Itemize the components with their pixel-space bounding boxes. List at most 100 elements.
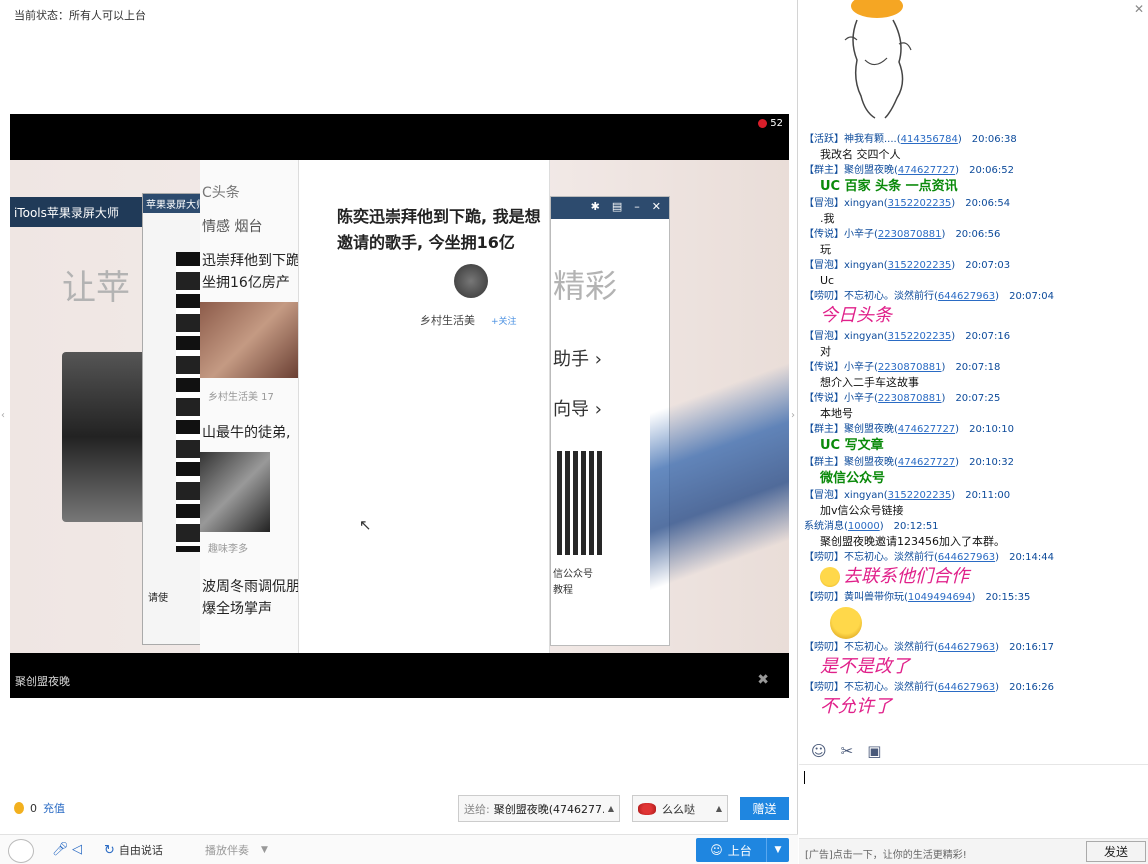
member-rank-tag: 【冒泡】 — [804, 198, 844, 209]
sender-qq-link[interactable]: 3152202235 — [888, 260, 952, 271]
chat-input[interactable] — [799, 764, 1148, 834]
message-time: 20:06:54 — [965, 198, 1011, 209]
go-on-stage-button[interactable]: ☺ 上台 ▼ — [696, 838, 789, 862]
chat-message-list[interactable]: 【活跃】神我有颗....(414356784) 20:06:38 我改名 交四个人【… — [804, 132, 1144, 720]
sender-name[interactable]: 系统消息 — [804, 521, 844, 532]
sender-name[interactable]: 神我有颗.... — [844, 134, 897, 145]
collapse-left-icon[interactable]: ‹ — [1, 410, 5, 421]
news-line: 山最牛的徒弟, — [202, 425, 291, 441]
collapse-right-icon[interactable]: › — [791, 410, 795, 421]
sender-qq-link[interactable]: 474627727 — [898, 165, 955, 176]
chat-message-header: 【传说】小辛子(2230870881) 20:07:25 — [804, 391, 1144, 406]
recharge-link[interactable]: 充值 — [43, 800, 65, 816]
monitor-image — [62, 352, 152, 522]
sender-qq-link[interactable]: 474627727 — [898, 424, 955, 435]
chat-message: 【活跃】神我有颗....(414356784) 20:06:38 我改名 交四个人 — [804, 132, 1144, 162]
sender-qq-link[interactable]: 2230870881 — [878, 229, 942, 240]
video-player[interactable]: 52 iTools苹果录屏大师 让苹 苹果录屏大师 请使 C头条 情感 烟台 迅… — [10, 114, 789, 698]
sender-qq-link[interactable]: 474627727 — [898, 457, 955, 468]
chat-message-header: 【唠叨】不忘初心。淡然前行(644627963) 20:16:17 — [804, 640, 1144, 655]
author-avatar — [454, 264, 488, 298]
message-time: 20:06:56 — [955, 229, 1001, 240]
chat-message-body: 对 — [804, 344, 1144, 359]
sender-qq-link[interactable]: 3152202235 — [888, 490, 952, 501]
mic-button[interactable]: 🎤︎ — [52, 842, 69, 857]
message-time: 20:10:10 — [969, 424, 1014, 435]
chat-message-body: .我 — [804, 211, 1144, 226]
send-button[interactable]: 发送 — [1086, 841, 1146, 862]
sender-qq-link[interactable]: 3152202235 — [888, 198, 952, 209]
gift-name: 么么哒 — [662, 802, 695, 816]
dialog-menu-item: 向导 › — [553, 399, 602, 420]
sender-qq-link[interactable]: 1049494694 — [908, 592, 972, 603]
rose-count-value: 52 — [770, 118, 783, 129]
news-image — [200, 302, 298, 378]
member-rank-tag: 【群主】 — [804, 165, 844, 176]
message-text: .我 — [820, 212, 835, 225]
sender-qq-link[interactable]: 3152202235 — [888, 331, 952, 342]
sender-qq-link[interactable]: 10000 — [848, 521, 880, 532]
coin-icon — [14, 802, 24, 814]
sender-name[interactable]: 不忘初心。淡然前行 — [844, 642, 934, 653]
sender-name[interactable]: xingyan — [844, 198, 884, 209]
chat-message-body: 本地号 — [804, 406, 1144, 421]
ad-bar: [广告]点击一下，让你的生活更精彩! 发送 — [799, 838, 1148, 864]
logo-icon[interactable] — [8, 839, 34, 863]
close-icon: ✕ — [651, 200, 661, 213]
grin-emoji-icon — [820, 567, 840, 587]
message-text: 加v信公众号链接 — [820, 504, 904, 517]
sender-name[interactable]: 聚创盟夜晚 — [844, 165, 894, 176]
gift-select[interactable]: 么么哒 ▲ — [632, 795, 728, 822]
sender-name[interactable]: 不忘初心。淡然前行 — [844, 552, 934, 563]
chevron-down-icon[interactable]: ▼ — [767, 845, 789, 855]
sender-qq-link[interactable]: 644627963 — [938, 552, 995, 563]
sender-name[interactable]: 小辛子 — [844, 229, 874, 240]
ad-link[interactable]: [广告]点击一下，让你的生活更精彩! — [805, 846, 967, 861]
sender-name[interactable]: xingyan — [844, 490, 884, 501]
sender-name[interactable]: 黄叫兽带你玩 — [844, 592, 904, 603]
sender-qq-link[interactable]: 644627963 — [938, 682, 995, 693]
speaker-button[interactable]: ◁ — [72, 842, 82, 857]
sender-name[interactable]: 不忘初心。淡然前行 — [844, 291, 934, 302]
emoji-icon[interactable]: ☺ — [811, 742, 827, 760]
sender-name[interactable]: 聚创盟夜晚 — [844, 424, 894, 435]
cartoon-sticker-image — [844, 0, 912, 119]
qq-bracket: ) — [951, 331, 956, 342]
scissors-icon[interactable]: ✂ — [841, 742, 854, 760]
sender-name[interactable]: 不忘初心。淡然前行 — [844, 682, 934, 693]
gift-recipient-select[interactable]: 送给: 聚创盟夜晚(4746277... ▲ — [458, 795, 620, 822]
sender-qq-link[interactable]: 414356784 — [901, 134, 958, 145]
member-rank-tag: 【群主】 — [804, 457, 844, 468]
message-time: 20:16:26 — [1009, 682, 1054, 693]
image-icon[interactable]: ▣ — [867, 742, 881, 760]
chat-message-header: 【冒泡】xingyan(3152202235) 20:07:03 — [804, 258, 1144, 273]
chat-message-body: 聚创盟夜晚邀请123456加入了本群。 — [804, 534, 1144, 549]
stage-label: 上台 — [727, 843, 752, 858]
close-icon[interactable]: ✕ — [1134, 2, 1144, 16]
sender-name[interactable]: 小辛子 — [844, 393, 874, 404]
chat-message: 【冒泡】xingyan(3152202235) 20:11:00 加v信公众号链接 — [804, 488, 1144, 518]
message-text: 对 — [820, 345, 831, 358]
chat-message: 【唠叨】不忘初心。淡然前行(644627963) 20:14:44 去联系他们合作 — [804, 550, 1144, 589]
news-line: 迅崇拜他到下跪 — [202, 253, 300, 269]
chat-message-body: Uc — [804, 273, 1144, 288]
news-meta: 趣味李多 — [208, 544, 248, 555]
chat-message-header: 【冒泡】xingyan(3152202235) 20:07:16 — [804, 329, 1144, 344]
send-gift-button[interactable]: 赠送 — [740, 797, 789, 820]
sender-qq-link[interactable]: 644627963 — [938, 291, 995, 302]
message-text: Uc — [820, 274, 835, 287]
news-line: 爆全场掌声 — [202, 601, 272, 617]
sender-name[interactable]: xingyan — [844, 331, 884, 342]
free-talk-mode[interactable]: ↻ 自由说话 — [104, 842, 163, 858]
play-accompaniment[interactable]: 播放伴奏 ▼ — [205, 842, 268, 858]
sender-name[interactable]: 聚创盟夜晚 — [844, 457, 894, 468]
sender-qq-link[interactable]: 2230870881 — [878, 362, 942, 373]
sender-qq-link[interactable]: 2230870881 — [878, 393, 942, 404]
chat-message: 【传说】小辛子(2230870881) 20:07:18 想介入二手车这故事 — [804, 360, 1144, 390]
chat-message-body: UC 写文章 — [804, 437, 1144, 454]
sender-name[interactable]: xingyan — [844, 260, 884, 271]
stage-button-main[interactable]: ☺ 上台 — [696, 838, 767, 862]
sender-qq-link[interactable]: 644627963 — [938, 642, 995, 653]
video-settings-icon[interactable]: ✖ — [757, 672, 769, 688]
sender-name[interactable]: 小辛子 — [844, 362, 874, 373]
